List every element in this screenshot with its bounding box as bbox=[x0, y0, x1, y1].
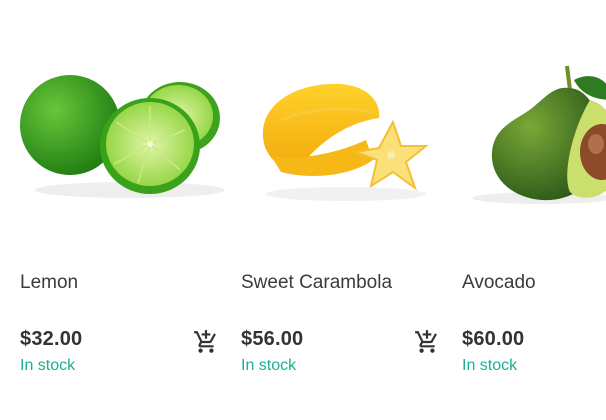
product-image-sweet-carambola[interactable] bbox=[241, 60, 451, 210]
add-to-cart-icon bbox=[194, 330, 216, 353]
product-card-lemon[interactable]: Lemon $32.00 In stock bbox=[20, 0, 225, 420]
product-price: $60.00 bbox=[462, 328, 525, 350]
add-to-cart-button[interactable] bbox=[193, 329, 219, 355]
add-to-cart-button[interactable] bbox=[414, 329, 440, 355]
product-card-sweet-carambola[interactable]: Sweet Carambola $56.00 In stock bbox=[241, 0, 441, 420]
product-name[interactable]: Avocado bbox=[462, 272, 536, 294]
product-image-lemon[interactable] bbox=[20, 60, 230, 210]
avocado-photo bbox=[472, 65, 606, 204]
lime-photo bbox=[20, 75, 225, 198]
stock-status: In stock bbox=[241, 357, 297, 374]
product-price: $32.00 bbox=[20, 328, 83, 350]
product-name[interactable]: Sweet Carambola bbox=[241, 272, 392, 294]
carambola-photo bbox=[262, 83, 429, 201]
stock-status: In stock bbox=[462, 357, 518, 374]
product-price: $56.00 bbox=[241, 328, 304, 350]
stock-status: In stock bbox=[20, 357, 76, 374]
product-carousel: Lemon $32.00 In stock Sweet Carambola $5… bbox=[0, 0, 606, 420]
product-name[interactable]: Lemon bbox=[20, 272, 78, 294]
product-card-avocado[interactable]: Avocado $60.00 In stock bbox=[462, 0, 606, 420]
add-to-cart-icon bbox=[415, 330, 437, 353]
product-image-avocado[interactable] bbox=[462, 60, 606, 210]
